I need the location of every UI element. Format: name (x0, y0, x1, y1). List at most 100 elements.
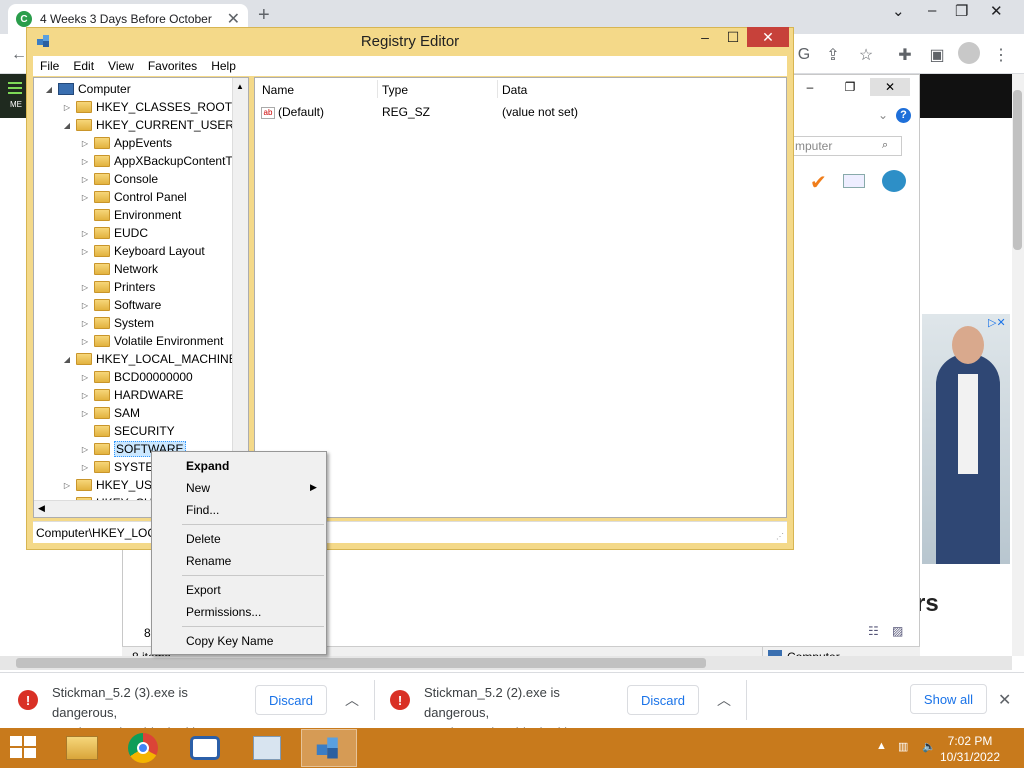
file-explorer-taskbar-button[interactable] (54, 729, 110, 767)
tree-node[interactable]: ▷ AppEvents (80, 134, 172, 152)
task-manager-taskbar-button[interactable] (239, 729, 295, 767)
menu-help[interactable]: Help (204, 59, 243, 73)
collapse-arrow-icon[interactable]: ◢ (44, 85, 54, 94)
expand-arrow-icon[interactable]: ▷ (80, 301, 90, 310)
tab-search-chevron-icon[interactable]: ⌄ (892, 2, 905, 20)
expand-arrow-icon[interactable]: ▷ (80, 463, 90, 472)
expand-arrow-icon[interactable]: ▷ (80, 247, 90, 256)
collapse-arrow-icon[interactable]: ◢ (62, 121, 72, 130)
minimize-icon[interactable]: – (928, 2, 936, 19)
camera-app-taskbar-button[interactable] (177, 729, 233, 767)
tree-node[interactable]: ▷ HARDWARE (80, 386, 184, 404)
chrome-menu-icon[interactable]: ⋮ (990, 44, 1012, 66)
ctx-find[interactable]: Find... (186, 503, 219, 517)
expand-arrow-icon[interactable]: ▷ (80, 283, 90, 292)
tab-close-icon[interactable]: ✕ (227, 9, 240, 29)
expand-arrow-icon[interactable]: ▷ (80, 409, 90, 418)
tree-vertical-scrollbar[interactable]: ▲ (232, 78, 248, 500)
tree-node[interactable]: ▷ Volatile Environment (80, 332, 223, 350)
start-button[interactable] (10, 736, 38, 760)
tree-node[interactable]: ▷ Keyboard Layout (80, 242, 205, 260)
large-icons-view-icon[interactable]: ▨ (892, 624, 903, 638)
collapse-arrow-icon[interactable]: ◢ (62, 355, 72, 364)
tree-node[interactable]: ▷ SAM (80, 404, 140, 422)
ctx-new[interactable]: New (186, 481, 210, 495)
menu-view[interactable]: View (101, 59, 141, 73)
ctx-export[interactable]: Export (186, 583, 221, 597)
checkmark-icon[interactable]: ✔ (810, 170, 827, 195)
profile-avatar-icon[interactable] (958, 42, 980, 64)
expand-arrow-icon[interactable]: ▷ (80, 337, 90, 346)
expand-arrow-icon[interactable]: ▷ (80, 229, 90, 238)
ctx-expand[interactable]: Expand (186, 459, 229, 473)
chrome-taskbar-button[interactable] (115, 729, 171, 767)
tree-node[interactable]: ▷ Printers (80, 278, 155, 296)
tree-node[interactable]: Network (80, 260, 158, 278)
tree-node[interactable]: ▷ System (80, 314, 154, 332)
bg-close-icon[interactable]: ✕ (870, 78, 910, 96)
expand-arrow-icon[interactable]: ▷ (80, 391, 90, 400)
card-icon[interactable] (843, 174, 865, 188)
expand-arrow-icon[interactable]: ▷ (62, 481, 72, 490)
page-horizontal-scrollbar[interactable] (0, 656, 1012, 670)
tree-node[interactable]: ▷ BCD00000000 (80, 368, 193, 386)
column-type[interactable]: Type (382, 83, 408, 97)
tree-node[interactable]: ▷ Control Panel (80, 188, 187, 206)
ctx-permissions[interactable]: Permissions... (186, 605, 261, 619)
regedit-taskbar-button[interactable] (301, 729, 357, 767)
help-icon[interactable]: ? (896, 108, 911, 123)
bg-minimize-icon[interactable]: – (790, 78, 830, 96)
expand-arrow-icon[interactable]: ▷ (80, 139, 90, 148)
tree-node[interactable]: ▷ Console (80, 170, 158, 188)
expand-arrow-icon[interactable]: ▷ (80, 319, 90, 328)
tree-node[interactable]: ▷ AppXBackupContentT (80, 152, 233, 170)
google-icon[interactable]: G (793, 44, 815, 66)
globe-icon[interactable] (882, 170, 906, 192)
bg-search-icon[interactable]: ⌕ (882, 139, 888, 152)
expand-arrow-icon[interactable]: ▷ (80, 445, 90, 454)
column-data[interactable]: Data (502, 83, 527, 97)
restore-icon[interactable]: ❐ (955, 2, 968, 20)
tree-node[interactable]: ◢ Computer (44, 80, 131, 98)
side-panel-icon[interactable]: ▣ (926, 44, 948, 66)
resize-grip-icon[interactable]: ⋰ (776, 532, 784, 541)
bookmark-star-icon[interactable]: ☆ (855, 44, 877, 66)
registry-title-bar[interactable]: Registry Editor – ☐ ✕ (26, 27, 794, 55)
download-chevron-up-icon[interactable]: ︿ (345, 690, 359, 710)
extensions-puzzle-icon[interactable]: ✚ (894, 44, 916, 66)
expand-arrow-icon[interactable]: ▷ (80, 175, 90, 184)
share-icon[interactable]: ⇪ (822, 44, 844, 66)
page-scrollbar-thumb[interactable] (1013, 90, 1022, 250)
registry-values-list[interactable]: Name Type Data ab (Default) REG_SZ (value… (254, 77, 787, 518)
bg-chevron-icon[interactable]: ⌄ (878, 108, 888, 122)
expand-arrow-icon[interactable]: ▷ (80, 373, 90, 382)
expand-arrow-icon[interactable]: ▷ (62, 103, 72, 112)
network-icon[interactable]: ▥ (898, 740, 908, 753)
show-all-button[interactable]: Show all (910, 684, 987, 714)
advertisement-image[interactable] (922, 314, 1010, 564)
menu-file[interactable]: File (33, 59, 66, 73)
download-chevron-up-icon[interactable]: ︿ (717, 690, 731, 710)
tray-overflow-icon[interactable]: ▲ (876, 740, 887, 752)
discard-button-1[interactable]: Discard (255, 685, 327, 715)
tree-node[interactable]: ▷ EUDC (80, 224, 148, 242)
expand-arrow-icon[interactable]: ▷ (80, 193, 90, 202)
tree-node[interactable]: ▷ HKEY_CLASSES_ROOT (62, 98, 232, 116)
bg-restore-icon[interactable]: ❐ (830, 78, 870, 96)
discard-button-2[interactable]: Discard (627, 685, 699, 715)
tree-node[interactable]: ▷ Software (80, 296, 161, 314)
ctx-rename[interactable]: Rename (186, 554, 231, 568)
value-row[interactable]: ab (Default) (261, 105, 324, 119)
expand-arrow-icon[interactable]: ▷ (80, 157, 90, 166)
window-close-icon[interactable]: ✕ (990, 2, 1003, 20)
column-name[interactable]: Name (262, 83, 294, 97)
tree-node[interactable]: SECURITY (80, 422, 175, 440)
reg-close-icon[interactable]: ✕ (747, 27, 789, 47)
new-tab-button[interactable]: + (258, 4, 270, 27)
adchoices-icon[interactable]: ▷✕ (988, 316, 1006, 329)
menu-edit[interactable]: Edit (66, 59, 101, 73)
tree-node[interactable]: ◢ HKEY_CURRENT_USER (62, 116, 234, 134)
menu-favorites[interactable]: Favorites (141, 59, 204, 73)
details-view-icon[interactable]: ☷ (868, 624, 879, 638)
ctx-delete[interactable]: Delete (186, 532, 221, 546)
